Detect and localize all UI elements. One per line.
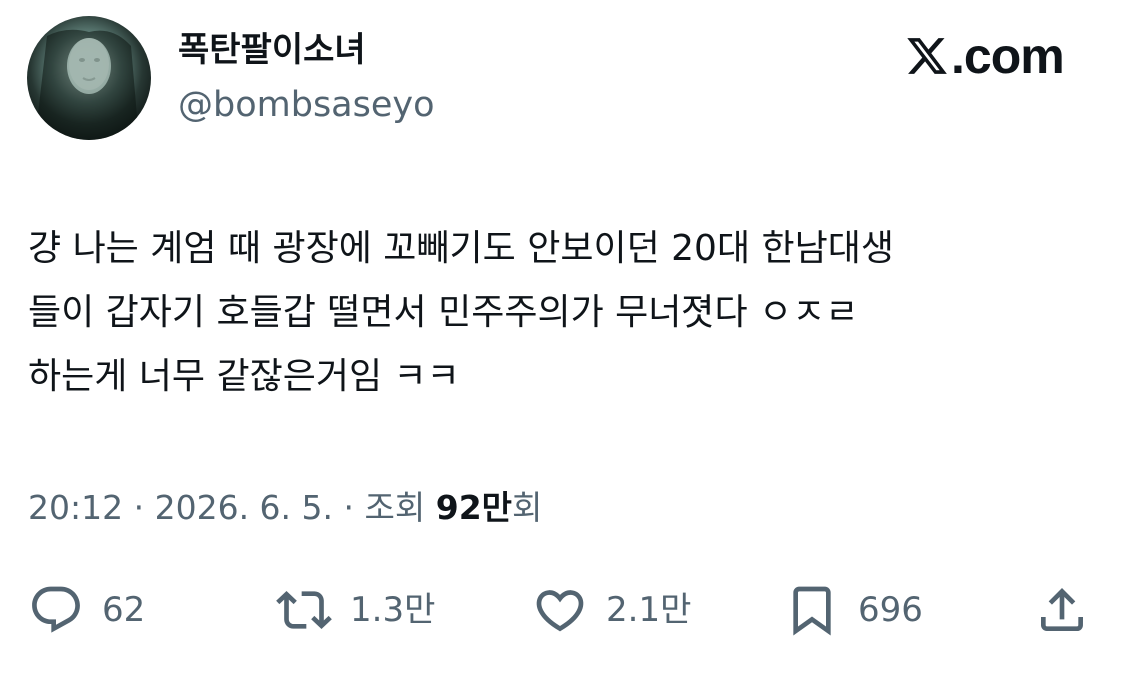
bookmark-button[interactable]: 696: [784, 580, 923, 640]
like-count: 2.1만: [606, 590, 692, 630]
action-bar: 62 1.3만 2.1만 696: [0, 580, 1125, 640]
views-suffix: 회: [512, 488, 543, 527]
tweet-text-line: 걍 나는 계엄 때 광장에 꼬빼기도 안보이던 20대 한남대생: [28, 228, 894, 269]
retweet-button[interactable]: 1.3만: [276, 580, 435, 640]
tweet-date[interactable]: 2026. 6. 5.: [155, 488, 333, 527]
tweet-text-line: 들이 갑자기 호들갑 떨면서 민주주의가 무너졋다 ㅇㅈㄹ: [28, 292, 859, 333]
bookmark-count: 696: [858, 590, 923, 630]
tweet-text: 걍 나는 계엄 때 광장에 꼬빼기도 안보이던 20대 한남대생 들이 갑자기 …: [28, 217, 1098, 409]
retweet-count: 1.3만: [350, 590, 436, 630]
display-name[interactable]: 폭탄팔이소녀: [178, 30, 366, 70]
like-button[interactable]: 2.1만: [532, 580, 691, 640]
meta-separator: ·: [333, 488, 365, 527]
reply-count: 62: [102, 590, 146, 630]
user-handle[interactable]: @bombsaseyo: [178, 84, 435, 126]
tweet-meta: 20:12 · 2026. 6. 5. · 조회 92만회: [28, 486, 542, 530]
reply-button[interactable]: 62: [28, 580, 145, 640]
bookmark-icon: [793, 586, 831, 636]
avatar[interactable]: [27, 16, 151, 140]
x-com-text: .com: [951, 28, 1065, 84]
avatar-image: [35, 29, 139, 140]
reply-icon: [32, 586, 80, 633]
tweet-time[interactable]: 20:12: [28, 488, 123, 527]
x-logo-icon: [907, 38, 947, 74]
share-icon: [1041, 588, 1083, 631]
share-button[interactable]: [1034, 580, 1090, 640]
retweet-icon: [276, 591, 332, 629]
tweet-text-line: 하는게 너무 같잖은거임 ㅋㅋ: [28, 356, 460, 397]
views-count: 92만: [435, 488, 513, 527]
views-label: 조회: [364, 488, 436, 527]
heart-icon: [536, 590, 584, 632]
meta-separator: ·: [123, 488, 155, 527]
x-com-watermark: .com: [905, 28, 1065, 84]
